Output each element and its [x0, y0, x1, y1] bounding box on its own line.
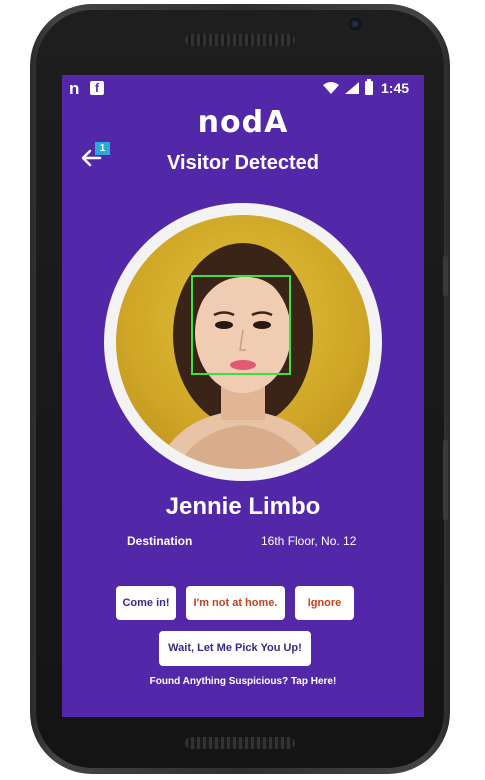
- not-at-home-button[interactable]: I'm not at home.: [186, 586, 285, 620]
- report-suspicious-link[interactable]: Found Anything Suspicious? Tap Here!: [62, 676, 424, 687]
- ignore-button[interactable]: Ignore: [295, 586, 354, 620]
- visitor-photo: [116, 215, 370, 469]
- visitor-name: Jennie Limbo: [165, 493, 321, 520]
- come-in-button[interactable]: Come in!: [116, 586, 176, 620]
- visitor-photo-frame: [104, 203, 382, 481]
- destination-value: 16th Floor, No. 12: [261, 534, 357, 548]
- pick-you-up-button[interactable]: Wait, Let Me Pick You Up!: [159, 631, 311, 666]
- app-screen: n f 1:45 nodA 1 Visitor Detected Jennie …: [62, 75, 424, 717]
- page-title: Visitor Detected: [167, 152, 319, 174]
- volume-button[interactable]: [443, 256, 448, 296]
- app-notification-icon: n: [69, 79, 80, 98]
- status-time: 1:45: [381, 80, 410, 96]
- face-detection-box: [191, 275, 291, 375]
- front-camera-icon: [349, 18, 361, 30]
- facebook-notification-icon: f: [90, 81, 104, 95]
- signal-icon: [345, 82, 359, 94]
- destination-label: Destination: [127, 534, 193, 548]
- battery-icon: [365, 79, 373, 95]
- app-logo: nodA: [197, 105, 289, 140]
- bottom-speaker: [185, 737, 295, 749]
- wifi-icon: [323, 82, 339, 94]
- status-bar: n f 1:45: [62, 75, 424, 101]
- earpiece-speaker: [185, 34, 295, 46]
- power-button[interactable]: [443, 440, 448, 520]
